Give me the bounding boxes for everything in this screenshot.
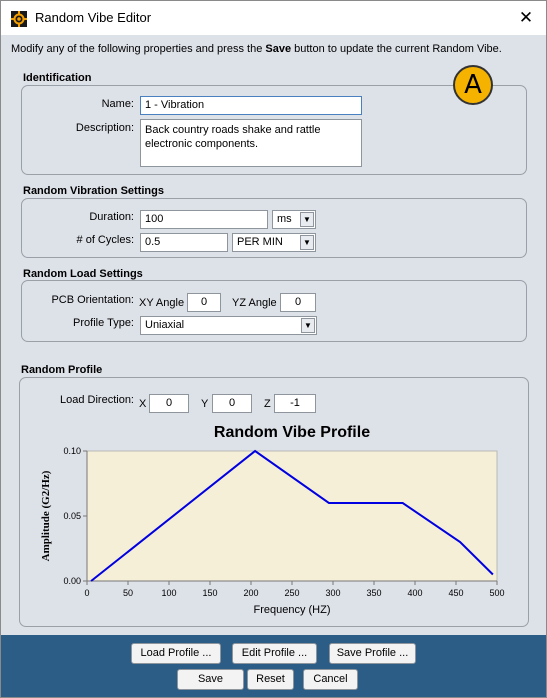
cycles-field[interactable]: 0.5 <box>140 233 228 252</box>
profile-type-select[interactable]: Uniaxial ▼ <box>140 316 317 335</box>
chevron-down-icon: ▼ <box>300 235 314 250</box>
description-label: Description: <box>75 122 134 134</box>
random-vibe-editor-window: Random Vibe Editor ✕ Modify any of the f… <box>0 0 547 698</box>
x-tick-label: 300 <box>325 588 340 598</box>
annotation-badge: A <box>453 65 493 105</box>
duration-unit-value: ms <box>277 213 292 225</box>
random-vibe-profile-chart: Random Vibe Profile 0 50 100 150 200 250 300 350… <box>40 424 505 616</box>
y-tick-label: 0.00 <box>63 576 81 586</box>
plot-area <box>86 450 498 582</box>
yz-angle-label: YZ Angle <box>232 297 277 309</box>
chevron-down-icon: ▼ <box>301 318 315 333</box>
window-title: Random Vibe Editor <box>35 10 152 25</box>
x-tick-label: 100 <box>161 588 176 598</box>
x-label: X <box>139 398 147 410</box>
name-label: Name: <box>101 98 134 110</box>
close-icon: ✕ <box>518 8 534 27</box>
edit-profile-button[interactable]: Edit Profile ... <box>232 643 317 664</box>
identification-title: Identification <box>23 72 92 84</box>
vibration-settings-title: Random Vibration Settings <box>23 185 164 197</box>
y-tick-label: 0.05 <box>63 511 81 521</box>
duration-label: Duration: <box>89 211 134 223</box>
app-icon <box>11 11 27 27</box>
x-tick-label: 0 <box>84 588 89 598</box>
load-profile-button[interactable]: Load Profile ... <box>131 643 221 664</box>
cycles-unit-value: PER MIN <box>237 236 283 248</box>
duration-unit-select[interactable]: ms ▼ <box>272 210 316 229</box>
intro-text: Modify any of the following properties a… <box>11 43 502 55</box>
cycles-unit-select[interactable]: PER MIN ▼ <box>232 233 316 252</box>
x-tick-label: 50 <box>123 588 133 598</box>
save-button[interactable]: Save <box>177 669 244 690</box>
save-profile-button[interactable]: Save Profile ... <box>329 643 416 664</box>
x-tick-label: 250 <box>284 588 299 598</box>
pcb-orientation-label: PCB Orientation: <box>51 294 134 306</box>
load-direction-x-field[interactable]: 0 <box>149 394 189 413</box>
profile-type-value: Uniaxial <box>145 319 185 331</box>
x-tick-label: 500 <box>489 588 504 598</box>
description-field[interactable]: Back country roads shake and rattle elec… <box>140 119 362 167</box>
y-axis-label: Amplitude (G2/Hz) <box>40 470 52 561</box>
intro-bold: Save <box>265 43 292 55</box>
intro-before: Modify any of the following properties a… <box>11 43 266 55</box>
load-direction-y-field[interactable]: 0 <box>212 394 252 413</box>
x-tick-label: 450 <box>448 588 463 598</box>
y-label: Y <box>201 398 209 410</box>
x-tick-label: 350 <box>366 588 381 598</box>
x-axis-label: Frequency (HZ) <box>253 604 330 616</box>
random-profile-title: Random Profile <box>21 364 103 376</box>
close-button[interactable]: ✕ <box>506 1 546 35</box>
intro-after: button to update the current Random Vibe… <box>291 43 502 55</box>
profile-type-label: Profile Type: <box>73 317 134 329</box>
title-bar: Random Vibe Editor ✕ <box>1 1 546 35</box>
load-direction-label: Load Direction: <box>60 394 134 406</box>
chart-title: Random Vibe Profile <box>214 424 370 441</box>
load-direction-z-field[interactable]: -1 <box>274 394 316 413</box>
reset-button[interactable]: Reset <box>247 669 294 690</box>
xy-angle-field[interactable]: 0 <box>187 293 221 312</box>
xy-angle-label: XY Angle <box>139 297 185 309</box>
name-field[interactable]: 1 - Vibration <box>140 96 362 115</box>
x-tick-label: 150 <box>202 588 217 598</box>
z-label: Z <box>264 398 271 410</box>
chevron-down-icon: ▼ <box>300 212 314 227</box>
load-settings-title: Random Load Settings <box>23 268 143 280</box>
x-tick-label: 200 <box>243 588 258 598</box>
cycles-label: # of Cycles: <box>76 234 134 246</box>
x-tick-label: 400 <box>407 588 422 598</box>
yz-angle-field[interactable]: 0 <box>280 293 316 312</box>
cancel-button[interactable]: Cancel <box>303 669 358 690</box>
y-tick-label: 0.10 <box>63 446 81 456</box>
duration-field[interactable]: 100 <box>140 210 268 229</box>
